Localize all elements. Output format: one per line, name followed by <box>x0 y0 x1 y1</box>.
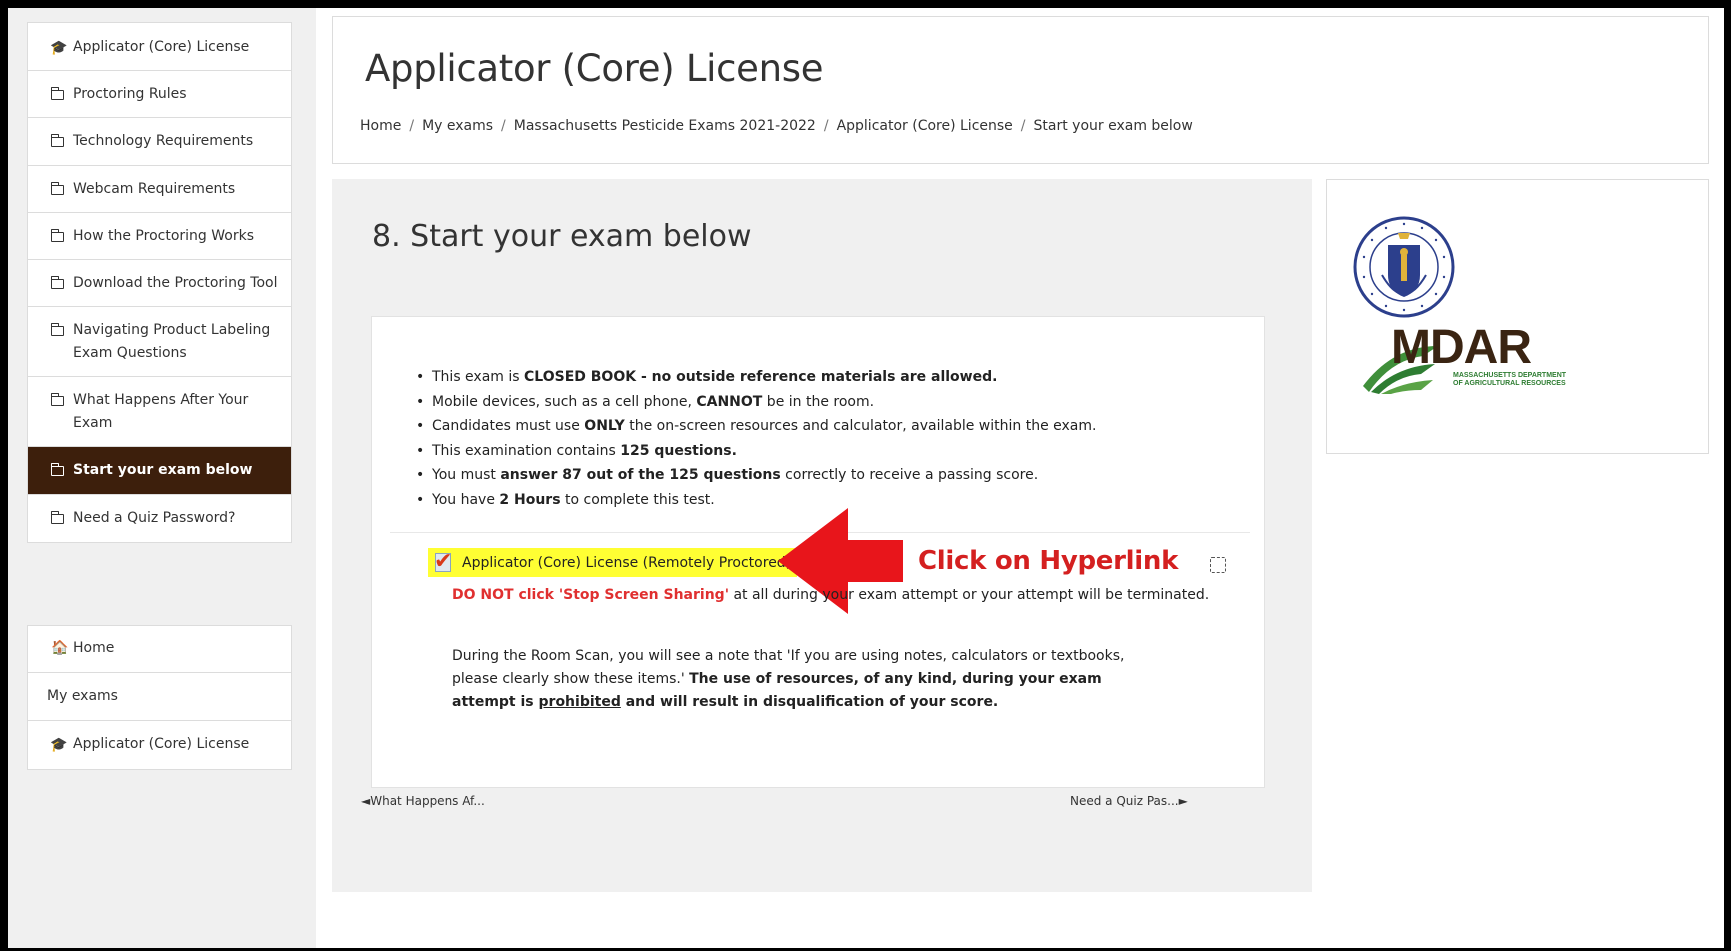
page-frame: 🎓 Applicator (Core) License Proctoring R… <box>8 8 1724 948</box>
previous-activity-link[interactable]: ◄What Happens Af... <box>361 794 485 808</box>
rule-emphasis: CLOSED BOOK - no outside reference mater… <box>524 369 998 385</box>
rule-text: You must <box>432 467 501 483</box>
list-item: This exam is CLOSED BOOK - no outside re… <box>410 365 1210 390</box>
rule-emphasis: answer 87 out of the 125 questions <box>500 467 781 483</box>
rule-emphasis: ONLY <box>584 418 625 434</box>
sidebar-item-label: Start your exam below <box>73 462 253 478</box>
section-title: 8. Start your exam below <box>372 219 752 254</box>
main-content: 8. Start your exam below This exam is CL… <box>332 179 1312 892</box>
completion-checkbox[interactable] <box>1210 557 1226 573</box>
sidebar-item-what-happens-after[interactable]: What Happens After Your Exam <box>28 377 291 447</box>
quiz-link-label: Applicator (Core) License (Remotely Proc… <box>462 554 792 571</box>
quiz-activity-link[interactable]: ✔ Applicator (Core) License (Remotely Pr… <box>428 548 798 577</box>
section-content-card: This exam is CLOSED BOOK - no outside re… <box>371 316 1265 788</box>
exam-rules-list: This exam is CLOSED BOOK - no outside re… <box>410 365 1210 512</box>
breadcrumb: Home / My exams / Massachusetts Pesticide Ex… <box>360 118 1193 134</box>
rule-text: the on-screen resources and calculator, … <box>624 418 1097 434</box>
sidebar-item-label: Proctoring Rules <box>73 86 187 102</box>
sidebar-item-course-home[interactable]: 🎓 Applicator (Core) License <box>28 23 291 71</box>
breadcrumb-home[interactable]: Home <box>360 118 401 134</box>
breadcrumb-separator: / <box>823 118 829 134</box>
folder-icon <box>50 389 66 412</box>
warning-rest: at all during your exam attempt or your … <box>729 587 1210 603</box>
folder-icon <box>50 272 66 295</box>
rule-text: be in the room. <box>762 393 875 410</box>
sidebar-item-download-proctoring-tool[interactable]: Download the Proctoring Tool <box>28 260 291 307</box>
warning-emphasis: DO NOT click 'Stop Screen Sharing' <box>452 587 729 603</box>
list-item: This examination contains 125 questions. <box>410 439 1210 464</box>
sidebar-item-label: Webcam Requirements <box>73 181 236 197</box>
breadcrumb-category[interactable]: Massachusetts Pesticide Exams 2021-2022 <box>514 118 816 134</box>
sidebar-item-quiz-password[interactable]: Need a Quiz Password? <box>28 495 291 542</box>
home-icon: 🏠 <box>51 640 69 656</box>
rule-emphasis: 2 Hours <box>499 491 561 508</box>
mdar-subtitle: MASSACHUSETTS DEPARTMENT OF AGRICULTURAL… <box>1453 372 1567 387</box>
sidebar-item-label: What Happens After Your Exam <box>73 392 249 431</box>
logo-block: MDAR MASSACHUSETTS DEPARTMENT OF AGRICUL… <box>1326 179 1709 454</box>
next-activity-link[interactable]: Need a Quiz Pas...► <box>1070 794 1188 808</box>
warning-text: DO NOT click 'Stop Screen Sharing' at al… <box>452 587 1209 603</box>
sidebar-item-technology-requirements[interactable]: Technology Requirements <box>28 118 291 166</box>
mdar-logo: MDAR MASSACHUSETTS DEPARTMENT OF AGRICUL… <box>1363 320 1566 394</box>
sidebar-item-how-proctoring-works[interactable]: How the Proctoring Works <box>28 213 291 260</box>
sidebar-item-label: My exams <box>47 688 118 704</box>
quiz-activity-row: ✔ Applicator (Core) License (Remotely Pr… <box>428 508 1248 614</box>
massachusetts-seal-icon <box>1353 216 1455 318</box>
site-navigation: 🏠 Home My exams 🎓 Applicator (Core) Lice… <box>27 625 292 770</box>
page-title: Applicator (Core) License <box>365 47 824 90</box>
breadcrumb-current[interactable]: Start your exam below <box>1034 118 1193 134</box>
sidebar-item-label: Applicator (Core) License <box>73 39 250 55</box>
annotation-callout: Click on Hyperlink <box>918 546 1179 576</box>
breadcrumb-separator: / <box>501 118 506 134</box>
room-scan-prohibited: prohibited <box>538 694 621 710</box>
rule-text: Candidates must use <box>432 418 585 434</box>
list-item: You must answer 87 out of the 125 questi… <box>410 463 1210 488</box>
page-header: Applicator (Core) License Home / My exams /… <box>332 16 1709 164</box>
breadcrumb-separator: / <box>1020 118 1026 134</box>
room-scan-emphasis-end: and will result in disqualification of y… <box>620 694 999 710</box>
sidebar-item-label: Download the Proctoring Tool <box>73 275 278 291</box>
breadcrumb-separator: / <box>409 118 415 134</box>
sidebar-item-label: Navigating Product Labeling Exam Questio… <box>73 322 271 361</box>
rule-emphasis: CANNOT <box>696 393 763 410</box>
folder-icon <box>50 178 66 201</box>
rule-emphasis: 125 questions. <box>620 442 737 459</box>
folder-icon <box>50 83 66 106</box>
folder-icon <box>50 130 66 153</box>
sidebar-item-label: Need a Quiz Password? <box>73 510 236 526</box>
room-scan-note: During the Room Scan, you will see a not… <box>452 645 1152 714</box>
rule-text: You have <box>432 491 500 508</box>
folder-icon <box>50 225 66 248</box>
sidebar-item-course-link[interactable]: 🎓 Applicator (Core) License <box>28 721 291 769</box>
mdar-wordmark: MDAR <box>1391 321 1532 374</box>
sidebar-item-proctoring-rules[interactable]: Proctoring Rules <box>28 71 291 118</box>
rule-text: This exam is <box>432 369 525 385</box>
sidebar-item-my-exams[interactable]: My exams <box>28 673 291 721</box>
graduation-cap-icon: 🎓 <box>50 40 68 56</box>
sidebar-item-home[interactable]: 🏠 Home <box>28 626 291 673</box>
list-item: Candidates must use ONLY the on-screen r… <box>410 414 1210 439</box>
sidebar-item-start-exam[interactable]: Start your exam below <box>28 447 291 495</box>
rule-text: This examination contains <box>432 442 621 459</box>
breadcrumb-course[interactable]: Applicator (Core) License <box>837 118 1013 134</box>
folder-icon <box>50 459 66 482</box>
course-navigation: 🎓 Applicator (Core) License Proctoring R… <box>27 22 292 543</box>
quiz-icon: ✔ <box>434 548 453 574</box>
rule-text: to complete this test. <box>560 491 715 508</box>
sidebar-item-label: Home <box>73 640 115 656</box>
breadcrumb-my-exams[interactable]: My exams <box>422 118 493 134</box>
list-item: Mobile devices, such as a cell phone, CA… <box>410 390 1210 415</box>
graduation-cap-icon: 🎓 <box>50 737 68 753</box>
rule-text: correctly to receive a passing score. <box>780 467 1039 483</box>
sidebar-item-navigating-labeling[interactable]: Navigating Product Labeling Exam Questio… <box>28 307 291 377</box>
folder-icon <box>50 507 66 530</box>
sidebar-item-label: Applicator (Core) License <box>73 736 250 752</box>
sidebar-item-label: Technology Requirements <box>73 133 254 149</box>
folder-icon <box>50 319 66 342</box>
sidebar-item-webcam-requirements[interactable]: Webcam Requirements <box>28 166 291 213</box>
sidebar-item-label: How the Proctoring Works <box>73 228 254 244</box>
rule-text: Mobile devices, such as a cell phone, <box>432 393 697 410</box>
sidebar: 🎓 Applicator (Core) License Proctoring R… <box>8 8 316 948</box>
